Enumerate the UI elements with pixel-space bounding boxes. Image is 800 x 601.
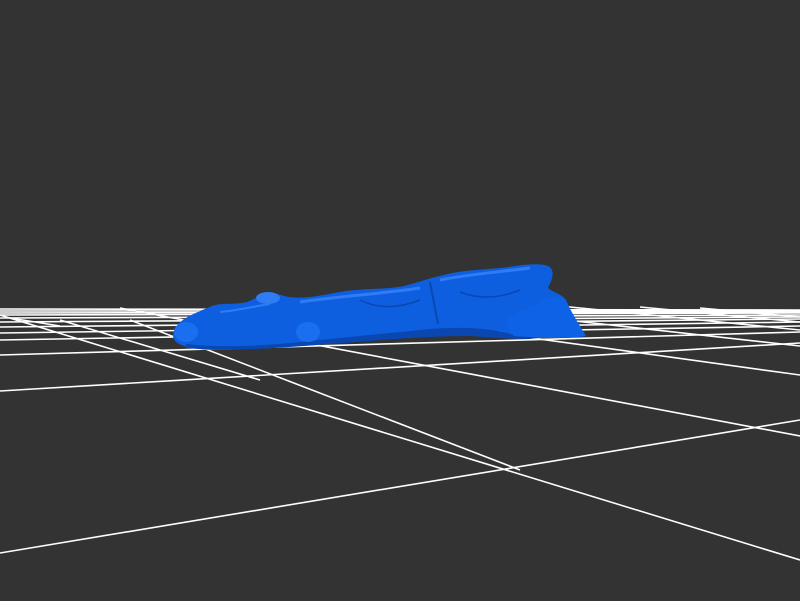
log-bump	[256, 292, 280, 304]
log-end-knot	[174, 322, 198, 342]
3d-viewport[interactable]	[0, 0, 800, 601]
log-branch-knot	[296, 322, 320, 342]
scene-canvas	[0, 0, 800, 601]
